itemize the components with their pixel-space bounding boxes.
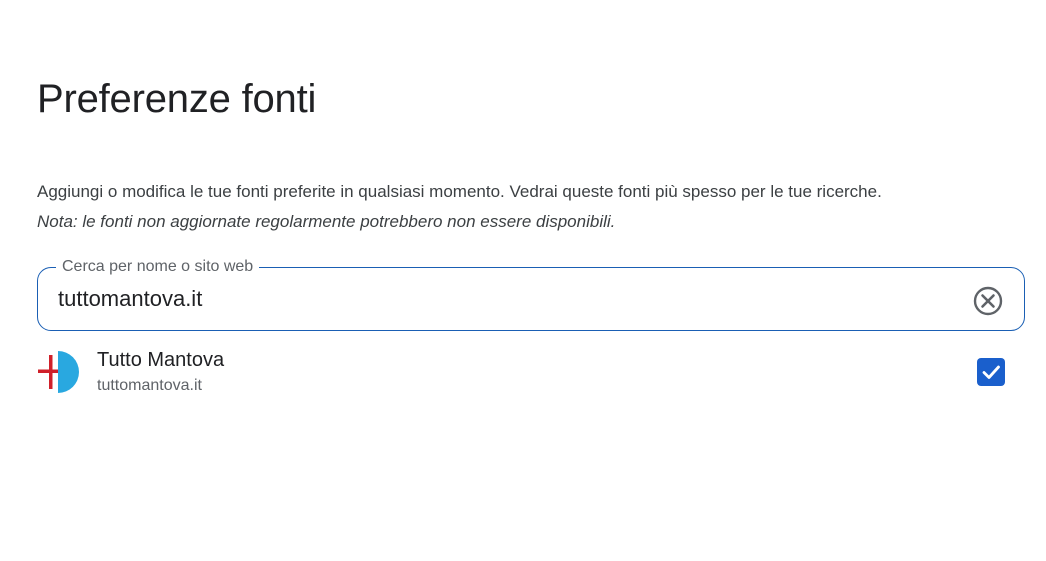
checkmark-icon (982, 365, 1000, 379)
page-description: Aggiungi o modifica le tue fonti preferi… (37, 182, 882, 201)
page-title: Preferenze fonti (37, 77, 317, 121)
search-field[interactable]: Cerca per nome o sito web (37, 258, 1025, 331)
source-checkbox[interactable] (977, 358, 1005, 386)
source-preferences-page: Preferenze fonti Aggiungi o modifica le … (0, 0, 1046, 561)
search-input[interactable] (58, 282, 938, 316)
clear-circle-icon[interactable] (972, 285, 1004, 317)
search-label: Cerca per nome o sito web (56, 258, 260, 276)
source-name: Tutto Mantova (97, 349, 225, 371)
source-domain: tuttomantova.it (97, 377, 202, 394)
page-note: Nota: le fonti non aggiornate regolarmen… (37, 212, 616, 231)
tutto-mantova-logo-icon (37, 351, 79, 393)
source-result-row[interactable]: Tutto Mantova tuttomantova.it (37, 346, 1025, 402)
